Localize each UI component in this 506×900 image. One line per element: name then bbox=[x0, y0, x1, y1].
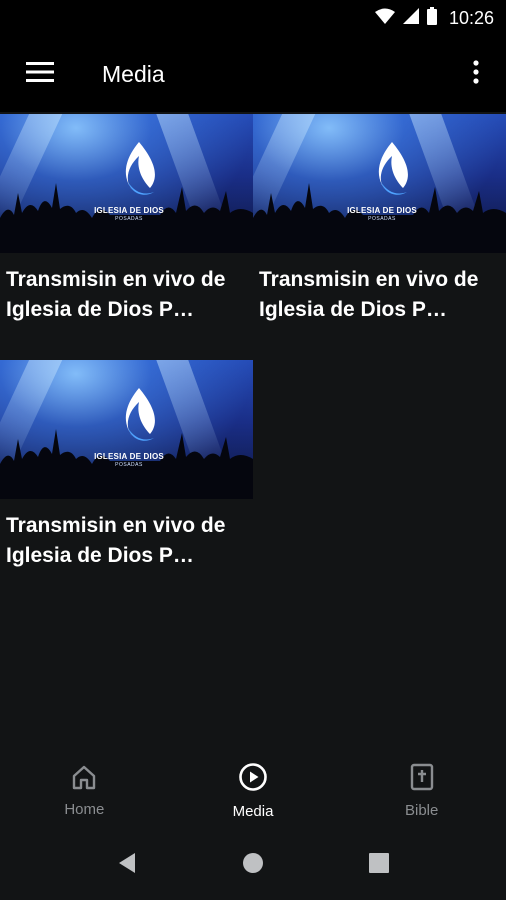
nav-item-bible[interactable]: Bible bbox=[337, 752, 506, 830]
media-card[interactable]: IGLESIA DE DIOS POSADAS Transmisin en vi… bbox=[253, 114, 506, 325]
bible-icon bbox=[409, 763, 435, 796]
church-logo: IGLESIA DE DIOS POSADAS bbox=[84, 142, 174, 232]
menu-button[interactable] bbox=[0, 36, 80, 112]
battery-icon bbox=[426, 6, 437, 30]
church-logo: IGLESIA DE DIOS POSADAS bbox=[84, 388, 174, 478]
media-thumbnail: IGLESIA DE DIOS POSADAS bbox=[0, 114, 253, 253]
status-bar: 10:26 bbox=[0, 0, 506, 36]
play-circle-icon bbox=[238, 762, 268, 797]
nav-label-home: Home bbox=[64, 801, 105, 818]
bottom-navigation: Home Media Bible bbox=[0, 752, 506, 830]
nav-label-media: Media bbox=[232, 803, 274, 820]
church-logo: IGLESIA DE DIOS POSADAS bbox=[337, 142, 427, 232]
back-triangle-icon bbox=[117, 852, 137, 879]
nav-item-home[interactable]: Home bbox=[0, 752, 169, 830]
wifi-icon bbox=[374, 8, 395, 29]
nav-item-media[interactable]: Media bbox=[169, 752, 338, 830]
app-bar: Media bbox=[0, 36, 506, 112]
media-title: Transmisin en vivo de Iglesia de Dios P… bbox=[259, 268, 479, 321]
media-thumbnail: IGLESIA DE DIOS POSADAS bbox=[0, 360, 253, 499]
media-card[interactable]: IGLESIA DE DIOS POSADAS Transmisin en vi… bbox=[0, 360, 253, 571]
clock: 10:26 bbox=[448, 7, 494, 28]
home-system-button[interactable] bbox=[190, 852, 316, 879]
media-thumbnail: IGLESIA DE DIOS POSADAS bbox=[253, 114, 506, 253]
more-vert-icon bbox=[473, 59, 479, 89]
recents-square-icon bbox=[369, 852, 389, 878]
hamburger-icon bbox=[26, 61, 54, 87]
system-navigation bbox=[0, 830, 506, 900]
signal-icon bbox=[402, 7, 419, 29]
media-title: Transmisin en vivo de Iglesia de Dios P… bbox=[6, 268, 226, 321]
nav-label-bible: Bible bbox=[405, 802, 439, 819]
media-title: Transmisin en vivo de Iglesia de Dios P… bbox=[6, 514, 226, 567]
home-circle-icon bbox=[242, 852, 264, 879]
recents-button[interactable] bbox=[316, 852, 442, 878]
overflow-menu-button[interactable] bbox=[446, 36, 506, 112]
media-card[interactable]: IGLESIA DE DIOS POSADAS Transmisin en vi… bbox=[0, 114, 253, 325]
page-title: Media bbox=[102, 60, 165, 87]
back-button[interactable] bbox=[64, 852, 190, 879]
home-icon bbox=[71, 764, 97, 795]
